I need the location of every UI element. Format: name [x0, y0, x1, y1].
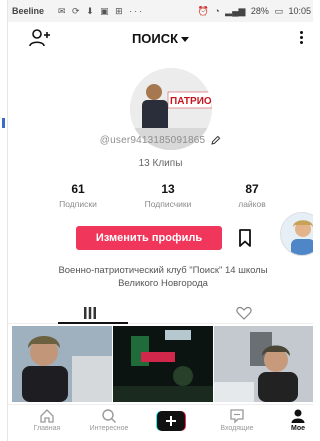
clock: 10:05 [288, 6, 311, 16]
stat-likes[interactable]: 87 лайков [212, 182, 292, 209]
inbox-icon [230, 409, 244, 424]
video-grid [12, 326, 313, 402]
battery-icon: ▭ [274, 6, 283, 16]
profile-icon [291, 409, 305, 423]
nav-inbox-label: Входящие [220, 425, 254, 432]
stats-row: 61 Подписки 13 Подписчики 87 лайков [38, 182, 298, 216]
wifi-icon: ◔ [214, 6, 220, 16]
account-switcher[interactable]: ПОИСК [8, 31, 313, 46]
nav-inbox[interactable]: Входящие [212, 408, 262, 432]
search-icon [102, 409, 116, 423]
video-thumbnail[interactable] [12, 326, 112, 402]
stat-value: 13 [161, 182, 175, 196]
more-options-icon[interactable] [300, 31, 304, 45]
nav-home[interactable]: Главная [22, 408, 72, 432]
edit-profile-button[interactable]: Изменить профиль [76, 226, 222, 250]
status-right: ⏰ ◔ ▂▄▆ 28% ▭ 10:05 [194, 6, 311, 17]
bottom-navigation: Главная Интересное Входящие Мое [8, 404, 313, 441]
clips-count: 13 Клипы [138, 158, 183, 169]
battery-level: 28% [250, 6, 269, 16]
stat-label: лайков [238, 199, 266, 209]
video-thumbnail[interactable] [113, 326, 213, 402]
nav-discover[interactable]: Интересное [84, 408, 134, 432]
nav-home-label: Главная [33, 425, 61, 432]
notification-icons: ✉ ⟳ ⬇ ▣ ⊞ ··· [58, 6, 145, 16]
video-thumbnail[interactable] [214, 326, 313, 402]
edge-marker [2, 118, 5, 128]
stat-value: 61 [71, 182, 85, 196]
suggested-account-avatar[interactable] [280, 212, 313, 256]
username-row[interactable]: @user9413185091865 [8, 135, 313, 146]
alarm-icon: ⏰ [197, 6, 209, 16]
profile-bio: Военно-патриотический клуб "Поиск" 14 шк… [58, 265, 268, 289]
signal-icon: ▂▄▆ [225, 6, 246, 16]
profile-header: ПОИСК [8, 24, 313, 52]
stat-label: Подписки [59, 199, 97, 209]
stat-value: 87 [245, 182, 259, 196]
nav-discover-label: Интересное [89, 425, 129, 432]
page-title: ПОИСК [131, 31, 179, 46]
status-bar: Beeline ✉ ⟳ ⬇ ▣ ⊞ ··· ⏰ ◔ ▂▄▆ 28% ▭ 10:0… [8, 0, 313, 22]
bookmark-icon[interactable] [236, 228, 254, 248]
phone-screen: Beeline ✉ ⟳ ⬇ ▣ ⊞ ··· ⏰ ◔ ▂▄▆ 28% ▭ 10:0… [8, 0, 313, 441]
stat-following[interactable]: 61 Подписки [38, 182, 118, 209]
nav-me-label: Мое [291, 425, 305, 432]
carrier-label: Beeline [12, 6, 45, 16]
home-icon [40, 409, 54, 423]
stat-label: Подписчики [144, 199, 192, 209]
grid-icon[interactable] [83, 306, 97, 320]
stat-followers[interactable]: 13 Подписчики [128, 182, 208, 209]
nav-me[interactable]: Мое [273, 408, 313, 432]
create-video-button[interactable] [156, 411, 186, 431]
chevron-down-icon [181, 37, 190, 43]
edit-pencil-icon[interactable] [211, 135, 221, 146]
left-edge-strip [0, 0, 8, 441]
avatar-banner-text: ПАТРИОТ [170, 96, 212, 107]
content-tabs [8, 302, 313, 324]
active-tab-indicator [58, 322, 128, 324]
liked-videos-icon[interactable] [236, 306, 252, 320]
username: @user9413185091865 [99, 135, 206, 146]
suggested-avatar-image [281, 213, 313, 255]
